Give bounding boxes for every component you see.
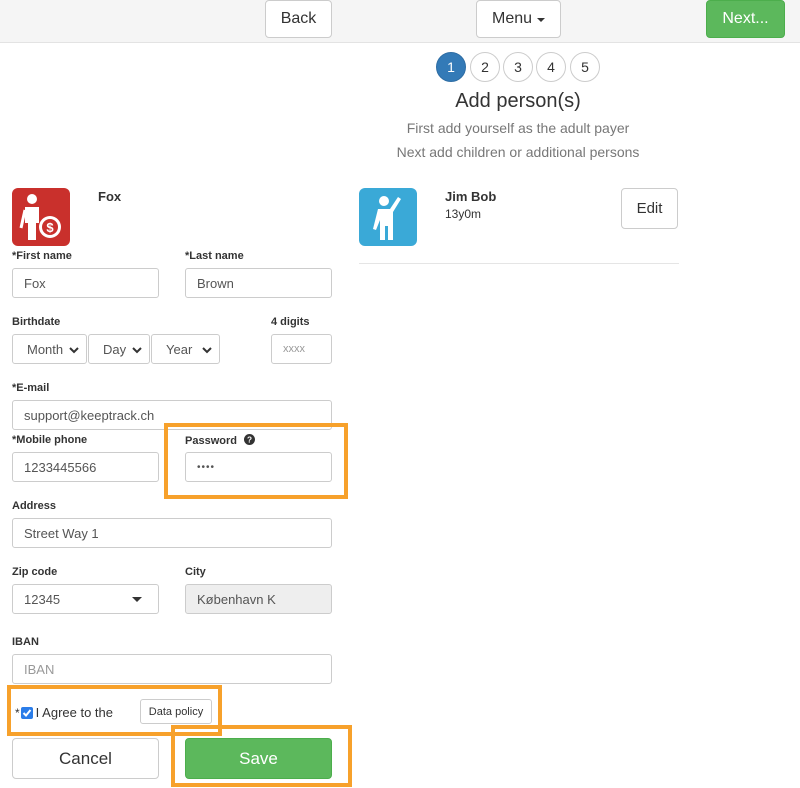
city-label: City xyxy=(185,566,206,578)
menu-button[interactable]: Menu xyxy=(476,0,561,38)
back-label: Back xyxy=(280,10,317,27)
caret-down-icon xyxy=(132,597,142,602)
person-with-money-icon: $ xyxy=(12,188,70,246)
last-name-input[interactable]: Brown xyxy=(185,268,332,298)
day-select[interactable]: Day xyxy=(88,334,150,364)
cancel-button[interactable]: Cancel xyxy=(12,738,159,779)
chevron-down-icon xyxy=(202,347,212,354)
iban-input[interactable]: IBAN xyxy=(12,654,332,684)
four-digits-input[interactable]: xxxx xyxy=(271,334,332,364)
mobile-phone-value: 1233445566 xyxy=(24,459,97,475)
first-name-value: Fox xyxy=(24,275,46,291)
step-1[interactable]: 1 xyxy=(436,52,466,82)
svg-text:$: $ xyxy=(46,220,54,235)
year-value: Year xyxy=(166,341,193,357)
day-value: Day xyxy=(103,341,127,357)
month-value: Month xyxy=(27,341,64,357)
step-3[interactable]: 3 xyxy=(503,52,533,82)
waving-child-icon xyxy=(359,188,417,246)
step-5[interactable]: 5 xyxy=(570,52,600,82)
email-label: *E-mail xyxy=(12,382,50,394)
subtitle-line-1: First add yourself as the adult payer xyxy=(406,120,630,136)
person-age: 13y0m xyxy=(445,207,482,221)
first-name-label: *First name xyxy=(12,250,72,262)
four-digits-placeholder: xxxx xyxy=(283,343,305,355)
zip-code-label: Zip code xyxy=(12,566,58,578)
person-name: Jim Bob xyxy=(445,189,497,204)
page-title: Add person(s) xyxy=(455,90,581,112)
person-divider xyxy=(359,263,679,264)
step-2[interactable]: 2 xyxy=(470,52,500,82)
caret-down-icon xyxy=(537,18,546,22)
city-value: København K xyxy=(197,591,276,607)
menu-label: Menu xyxy=(491,10,533,27)
city-input: København K xyxy=(185,584,332,614)
cancel-label: Cancel xyxy=(59,748,112,768)
chevron-down-icon xyxy=(132,347,142,354)
step-number: 2 xyxy=(481,59,489,75)
edit-person-button[interactable]: Edit xyxy=(621,188,678,229)
address-label: Address xyxy=(12,500,57,512)
top-navbar xyxy=(0,0,800,43)
payer-name: Fox xyxy=(98,189,122,204)
step-number: 4 xyxy=(547,59,555,75)
zip-code-select[interactable]: 12345 xyxy=(12,584,159,614)
zip-code-value: 12345 xyxy=(24,591,61,607)
four-digits-label: 4 digits xyxy=(271,316,310,328)
iban-label: IBAN xyxy=(12,636,39,648)
save-highlight-box xyxy=(171,725,352,787)
step-4[interactable]: 4 xyxy=(536,52,566,82)
step-number: 1 xyxy=(447,59,455,75)
mobile-phone-input[interactable]: 1233445566 xyxy=(12,452,159,482)
last-name-label: *Last name xyxy=(185,250,244,262)
month-select[interactable]: Month xyxy=(12,334,87,364)
birthdate-label: Birthdate xyxy=(12,316,61,328)
address-value: Street Way 1 xyxy=(24,525,99,541)
email-value: support@keeptrack.ch xyxy=(24,407,155,423)
edit-label: Edit xyxy=(636,200,663,217)
next-button[interactable]: Next... xyxy=(706,0,785,38)
password-highlight-box xyxy=(164,423,348,499)
mobile-phone-label: *Mobile phone xyxy=(12,434,88,446)
step-number: 3 xyxy=(514,59,522,75)
step-number: 5 xyxy=(581,59,589,75)
last-name-value: Brown xyxy=(197,275,234,291)
subtitle-line-2: Next add children or additional persons xyxy=(396,144,640,160)
next-label: Next... xyxy=(722,10,769,27)
address-input[interactable]: Street Way 1 xyxy=(12,518,332,548)
iban-placeholder: IBAN xyxy=(24,661,55,677)
back-button[interactable]: Back xyxy=(265,0,332,38)
first-name-input[interactable]: Fox xyxy=(12,268,159,298)
year-select[interactable]: Year xyxy=(151,334,220,364)
chevron-down-icon xyxy=(69,347,79,354)
